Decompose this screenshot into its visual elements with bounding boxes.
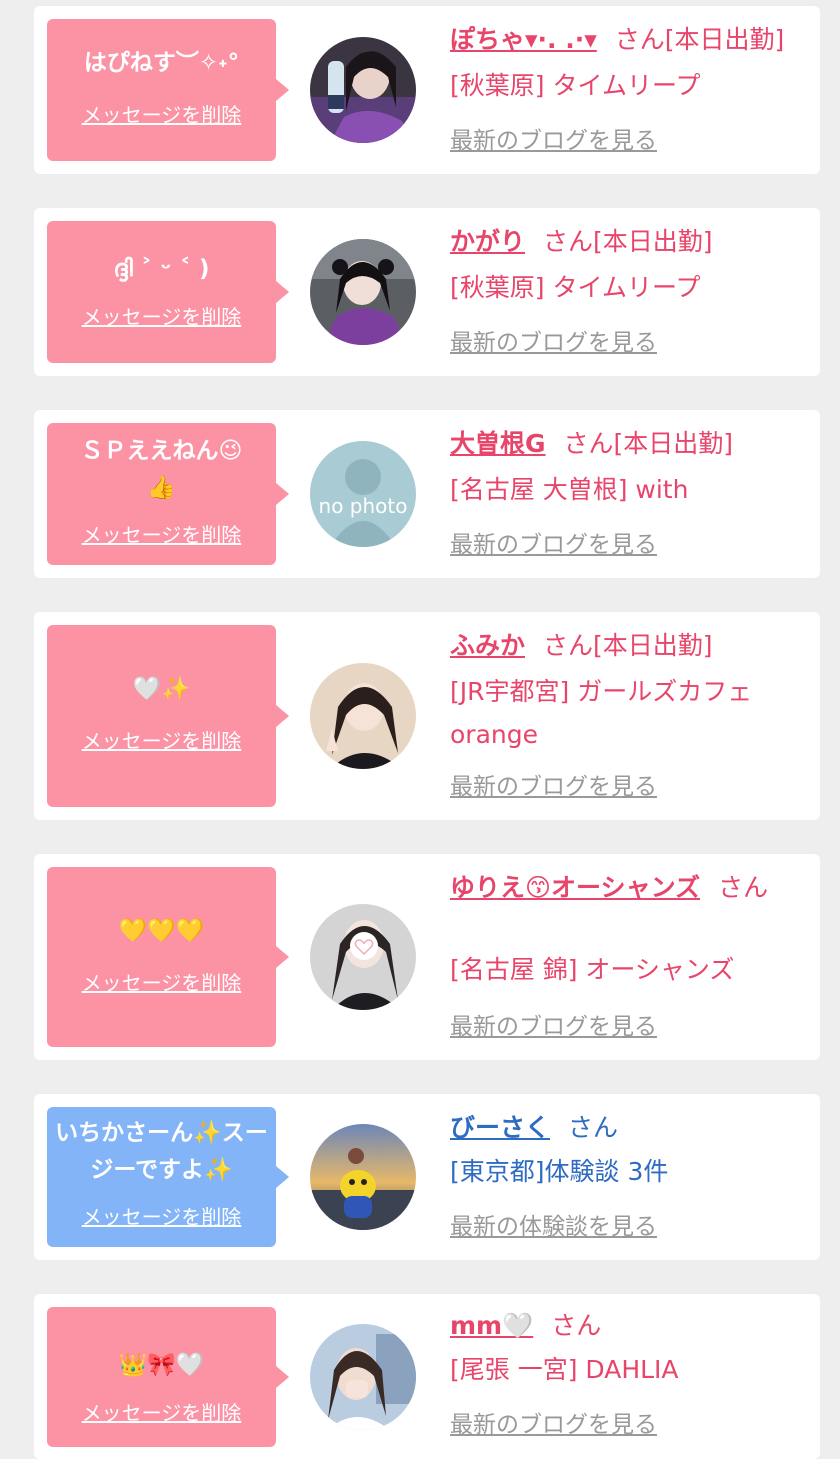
message-bubble: はぴねす︶✧˖° メッセージを削除 [47,19,289,161]
honorific-label: さん [718,873,769,902]
cast-name-link[interactable]: かがり [450,227,525,256]
delete-message-link[interactable]: メッセージを削除 [47,103,276,127]
cast-name-line: ゆりえ😙オーシャンズ さん [450,866,816,909]
list-item: はぴねす︶✧˖° メッセージを削除 ぽちゃ▾·. .·▾ さん[本日出勤] [秋葉… [34,6,820,174]
delete-message-link[interactable]: メッセージを削除 [47,523,276,547]
cast-name-line: かがり さん[本日出勤] [450,220,816,263]
message-bubble: 👑🎀🤍 メッセージを削除 [47,1307,289,1447]
cast-name-line: ぽちゃ▾·. .·▾ さん[本日出勤] [450,18,816,61]
delete-message-link[interactable]: メッセージを削除 [47,971,276,995]
shop-label: [名古屋 大曽根] with [450,475,689,504]
latest-review-link[interactable]: 最新の体験談を見る [450,1212,657,1242]
avatar[interactable] [310,663,416,769]
message-text: 💛💛💛 [118,918,205,944]
honorific-label: さん[本日出勤] [614,25,785,54]
reviewer-name-link[interactable]: びーさく [450,1113,550,1142]
message-bubble: ＳＰええねん😉 👍 メッセージを削除 [47,423,289,565]
latest-blog-link[interactable]: 最新のブログを見る [450,328,657,358]
shop-label: [名古屋 錦] オーシャンズ [450,955,735,984]
delete-message-link[interactable]: メッセージを削除 [47,1401,276,1425]
message-bubble: ദ്ദി ˃ ᵕ ˂ ) メッセージを削除 [47,221,289,363]
delete-message-link[interactable]: メッセージを削除 [47,1205,276,1229]
cast-name-link[interactable]: ふみか [450,631,525,660]
cast-name-line: びーさく さん [450,1106,816,1149]
honorific-label: さん[本日出勤] [543,227,713,256]
message-bubble: 🤍✨ メッセージを削除 [47,625,289,807]
honorific-label: さん[本日出勤] [543,631,713,660]
honorific-label: さん [551,1311,602,1340]
latest-blog-link[interactable]: 最新のブログを見る [450,1410,657,1440]
honorific-label: さん [568,1113,619,1142]
delete-message-link[interactable]: メッセージを削除 [47,305,276,329]
latest-blog-link[interactable]: 最新のブログを見る [450,772,657,802]
list-item: 🤍✨ メッセージを削除 ふみか さん[本日出勤] [JR宇都宮] ガールズカフェ … [34,612,820,820]
message-text: いちかさーん✨スージーですよ✨ [55,1120,268,1183]
latest-blog-link[interactable]: 最新のブログを見る [450,1012,657,1042]
latest-blog-link[interactable]: 最新のブログを見る [450,530,657,560]
cast-name-link[interactable]: 大曽根G [450,429,546,458]
message-text: はぴねす︶✧˖° [83,50,240,76]
list-item: 👑🎀🤍 メッセージを削除 mm🤍 さん [尾張 一宮] DAHLIA 最新のブログ… [34,1294,820,1459]
cast-name-line: ふみか さん[本日出勤] [450,624,816,667]
shop-label: [秋葉原] タイムリープ [450,273,701,302]
avatar[interactable] [310,239,416,345]
list-item: ദ്ദി ˃ ᵕ ˂ ) メッセージを削除 かがり さん[本日出勤] [秋葉原] … [34,208,820,376]
cast-name-line: 大曽根G さん[本日出勤] [450,422,816,465]
honorific-label: さん[本日出勤] [563,429,734,458]
avatar[interactable] [310,904,416,1010]
list-item: ＳＰええねん😉 👍 メッセージを削除 no photo 大曽根G さん[本日出勤]… [34,410,820,578]
shop-label: [尾張 一宮] DAHLIA [450,1355,679,1384]
no-photo-caption: no photo [319,494,408,518]
message-text: ദ്ദി ˃ ᵕ ˂ ) [113,256,210,282]
shop-label: [JR宇都宮] ガールズカフェ orange [450,677,753,749]
cast-name-line: mm🤍 さん [450,1304,816,1347]
message-bubble: 💛💛💛 メッセージを削除 [47,867,289,1047]
avatar[interactable] [310,1124,416,1230]
message-text: ＳＰええねん😉 👍 [80,438,243,501]
favorite-message-list: はぴねす︶✧˖° メッセージを削除 ぽちゃ▾·. .·▾ さん[本日出勤] [秋葉… [0,0,840,1459]
latest-blog-link[interactable]: 最新のブログを見る [450,126,657,156]
cast-name-link[interactable]: ぽちゃ▾·. .·▾ [450,25,597,54]
avatar[interactable] [310,1324,416,1430]
avatar[interactable]: no photo [310,441,416,547]
avatar[interactable] [310,37,416,143]
review-count-label: [東京都]体験談 3件 [450,1157,669,1186]
cast-name-link[interactable]: ゆりえ😙オーシャンズ [450,873,700,902]
delete-message-link[interactable]: メッセージを削除 [47,729,276,753]
list-item: いちかさーん✨スージーですよ✨ メッセージを削除 びーさく さん [東京都]体験… [34,1094,820,1260]
shop-label: [秋葉原] タイムリープ [450,71,701,100]
list-item: 💛💛💛 メッセージを削除 ゆりえ😙オーシャンズ さん [名古屋 錦] オーシャンズ… [34,854,820,1060]
cast-name-link[interactable]: mm🤍 [450,1311,533,1340]
message-text: 👑🎀🤍 [118,1352,205,1378]
message-text: 🤍✨ [132,676,191,702]
message-bubble: いちかさーん✨スージーですよ✨ メッセージを削除 [47,1107,289,1247]
